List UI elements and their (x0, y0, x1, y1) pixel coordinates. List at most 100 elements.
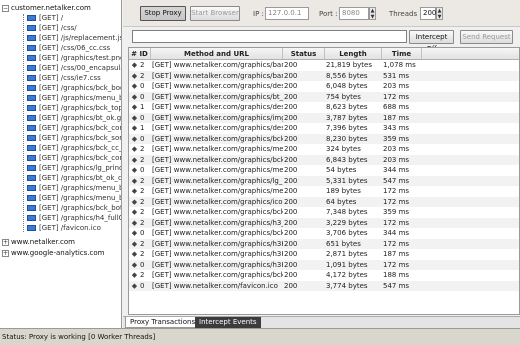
request-icon (27, 105, 36, 111)
threads-spinner[interactable]: ▲ ▼ (436, 7, 443, 20)
tree-root-label: customer.netalker.com (11, 4, 91, 12)
ip-field[interactable]: 127.0.0.1 (265, 7, 309, 20)
cell-url: [GET] www.netalker.com/graphics/icoSelf (152, 197, 283, 206)
tree-item[interactable]: [GET] /css/00_encapsulated (27, 63, 121, 73)
table-row[interactable]: ◆2 [GET] www.netalker.com/graphics/lg_pri… (129, 175, 519, 186)
send-request-button[interactable]: Send Request (460, 30, 513, 44)
tree-item[interactable]: [GET] /css/06_cc.css (27, 43, 110, 53)
col-length-header[interactable]: Length (325, 48, 382, 59)
cell-time: 172 ms (383, 218, 410, 227)
col-status-header[interactable]: Status (283, 48, 325, 59)
tab-proxy-transactions[interactable]: Proxy Transactions (125, 317, 201, 328)
tree-item-label: [GET] /graphics/bck_sombra (39, 134, 121, 142)
tree-item[interactable]: [GET] /favicon.ico (27, 223, 101, 233)
table-row[interactable]: ◆ 2 [GET] www.netalker.com/graphics/h3_on_… (129, 217, 519, 228)
tree-item[interactable]: [GET] /graphics/bck_content (27, 123, 121, 133)
cell-status: 200 (284, 92, 298, 101)
tree-item[interactable]: [GET] / (27, 13, 63, 23)
tab-intercept-events[interactable]: Intercept Events (195, 317, 261, 328)
stop-proxy-button[interactable]: Stop Proxy (140, 6, 186, 21)
threads-label: Threads : (389, 10, 422, 18)
row-marker-icon: ◆ (131, 124, 138, 132)
tree-root-google-analytics[interactable]: + www.google-analytics.com (2, 248, 104, 258)
tree-item-label: [GET] /graphics/bt_ok.gif (39, 114, 122, 122)
tree-item[interactable]: [GET] /graphics/bck_content (27, 153, 121, 163)
table-row[interactable]: ◆2[GET] www.netalker.com/graphics/h3Hom2… (129, 238, 519, 249)
port-label: Port : (319, 10, 338, 18)
tree-item[interactable]: [GET] /graphics/h4_fullCust (27, 213, 121, 223)
tree-item[interactable]: [GET] /graphics/bck_sombra (27, 133, 121, 143)
cell-id: 0 (140, 281, 145, 290)
expand-icon[interactable]: + (2, 238, 9, 246)
table-row[interactable]: ◆2 [GET] www.netalker.com/graphics/bckNev… (129, 154, 519, 165)
tree-item[interactable]: [GET] /graphics/bck_body.gif (27, 83, 121, 93)
table-row[interactable]: ◆ 2 [GET] www.netalker.com/graphics/icoSel… (129, 196, 519, 207)
transactions-table[interactable]: # ID Method and URL Status Length Time ◆… (128, 47, 520, 315)
table-row[interactable]: ◆0 [GET] www.netalker.com/graphics/menu_l… (129, 165, 519, 176)
tree-item[interactable]: [GET] /graphics/menu_bck_2 (27, 183, 121, 193)
table-row[interactable]: ◆ 0 [GET] www.netalker.com/graphics/bck_co… (129, 133, 519, 144)
table-row[interactable]: ◆ 2 [GET] www.netalker.com/graphics/bck_bo… (129, 270, 519, 281)
row-marker-icon: ◆ (131, 208, 138, 216)
request-icon (27, 135, 36, 141)
table-row[interactable]: ◆2 [GET] www.netalker.com/graphics/menu_l… (129, 144, 519, 155)
collapse-icon[interactable]: − (2, 4, 9, 12)
tree-item[interactable]: [GET] /graphics/bt_ok_cc.gif (27, 173, 121, 183)
cell-length: 1,091 bytes (326, 260, 368, 269)
table-row[interactable]: ◆0 [GET] www.netalker.com/graphics/bckNev… (129, 228, 519, 239)
tree-item[interactable]: [GET] /graphics/bt_ok.gif (27, 113, 122, 123)
col-url-header[interactable]: Method and URL (151, 48, 283, 59)
table-row[interactable]: ◆ 2 [GET] www.netalker.com/graphics/banner… (129, 60, 519, 71)
table-row[interactable]: ◆2 [GET] www.netalker.com/graphics/menu_l… (129, 186, 519, 197)
tree-item-label: [GET] / (39, 14, 64, 22)
cell-status: 200 (284, 187, 298, 195)
host-tree[interactable]: − customer.netalker.com [GET] / [GET] /cs… (0, 0, 122, 328)
tree-root-customer[interactable]: − customer.netalker.com (2, 3, 91, 13)
cell-status: 200 (284, 166, 298, 174)
table-row[interactable]: ◆ 1 [GET] www.netalker.com/graphics/destHo… (129, 123, 519, 134)
cell-length: 3,787 bytes (326, 113, 368, 122)
table-row[interactable]: ◆ 2 [GET] www.netalker.com/graphics/banner… (129, 70, 519, 81)
cell-id: 0 (140, 92, 145, 101)
table-row[interactable]: ◆ 0 [GET] www.netalker.com/graphics/destHo… (129, 81, 519, 92)
tree-item-label: [GET] /js/replacement.js (39, 34, 122, 42)
cell-url: [GET] www.netalker.com/graphics/banner (152, 71, 283, 80)
start-browser-button[interactable]: Start Browser (190, 6, 240, 21)
table-row[interactable]: ◆0 [GET] www.netalker.com/graphics/bt_ok.… (129, 91, 519, 102)
request-icon (27, 45, 36, 51)
threads-field[interactable]: 200 (420, 7, 436, 20)
tree-item[interactable]: [GET] /graphics/test.png?dc (27, 53, 121, 63)
cell-length: 2,871 bytes (326, 250, 368, 258)
table-row[interactable]: ◆0 [GET] www.netalker.com/graphics/h3Hom2… (129, 259, 519, 270)
tree-item[interactable]: [GET] /graphics/menu_bck_1 (27, 93, 121, 103)
request-icon (27, 75, 36, 81)
cell-length: 7,348 bytes (326, 208, 368, 216)
expand-icon[interactable]: + (2, 249, 9, 257)
tree-item[interactable]: [GET] /js/replacement.js (27, 33, 122, 43)
tree-item[interactable]: [GET] /css/ (27, 23, 77, 33)
table-row[interactable]: ◆ 1 [GET] www.netalker.com/graphics/destHo… (129, 102, 519, 113)
cell-length: 6,048 bytes (326, 82, 368, 90)
tree-item[interactable]: [GET] /graphics/menu_bck_3 (27, 193, 121, 203)
table-row[interactable]: ◆ 2 [GET] www.netalker.com/graphics/bckTab… (129, 207, 519, 218)
cell-length: 8,556 bytes (326, 71, 368, 80)
tree-item[interactable]: [GET] /graphics/bck_top.gif (27, 103, 121, 113)
port-spinner[interactable]: ▲ ▼ (369, 7, 376, 20)
table-row[interactable]: ◆2[GET] www.netalker.com/graphics/h3Hom2… (129, 249, 519, 260)
col-id-header[interactable]: # ID (129, 48, 151, 59)
tree-item[interactable]: [GET] /graphics/bck_bottom (27, 203, 121, 213)
col-time-header[interactable]: Time (382, 48, 422, 59)
row-marker-icon: ◆ (131, 197, 138, 206)
tree-item[interactable]: [GET] /css/ie7.css (27, 73, 101, 83)
tree-item[interactable]: [GET] /graphics/bck_cc_logo (27, 143, 121, 153)
table-row[interactable]: ◆0 [GET] www.netalker.com/graphics/imgHon… (129, 112, 519, 123)
tree-item-label: [GET] /graphics/test.png?dc (39, 54, 121, 62)
table-row[interactable]: ◆ 0 [GET] www.netalker.com/favicon.ico 200 3… (129, 280, 519, 291)
intercept-off-button[interactable]: Intercept Off (409, 30, 454, 53)
tree-item[interactable]: [GET] /graphics/lg_principal (27, 163, 121, 173)
url-filter-input[interactable] (132, 30, 407, 43)
request-icon (27, 195, 36, 201)
tree-root-netalker[interactable]: + www.netalker.com (2, 237, 75, 247)
cell-id: 2 (140, 145, 145, 153)
port-field[interactable]: 8080 (339, 7, 369, 20)
